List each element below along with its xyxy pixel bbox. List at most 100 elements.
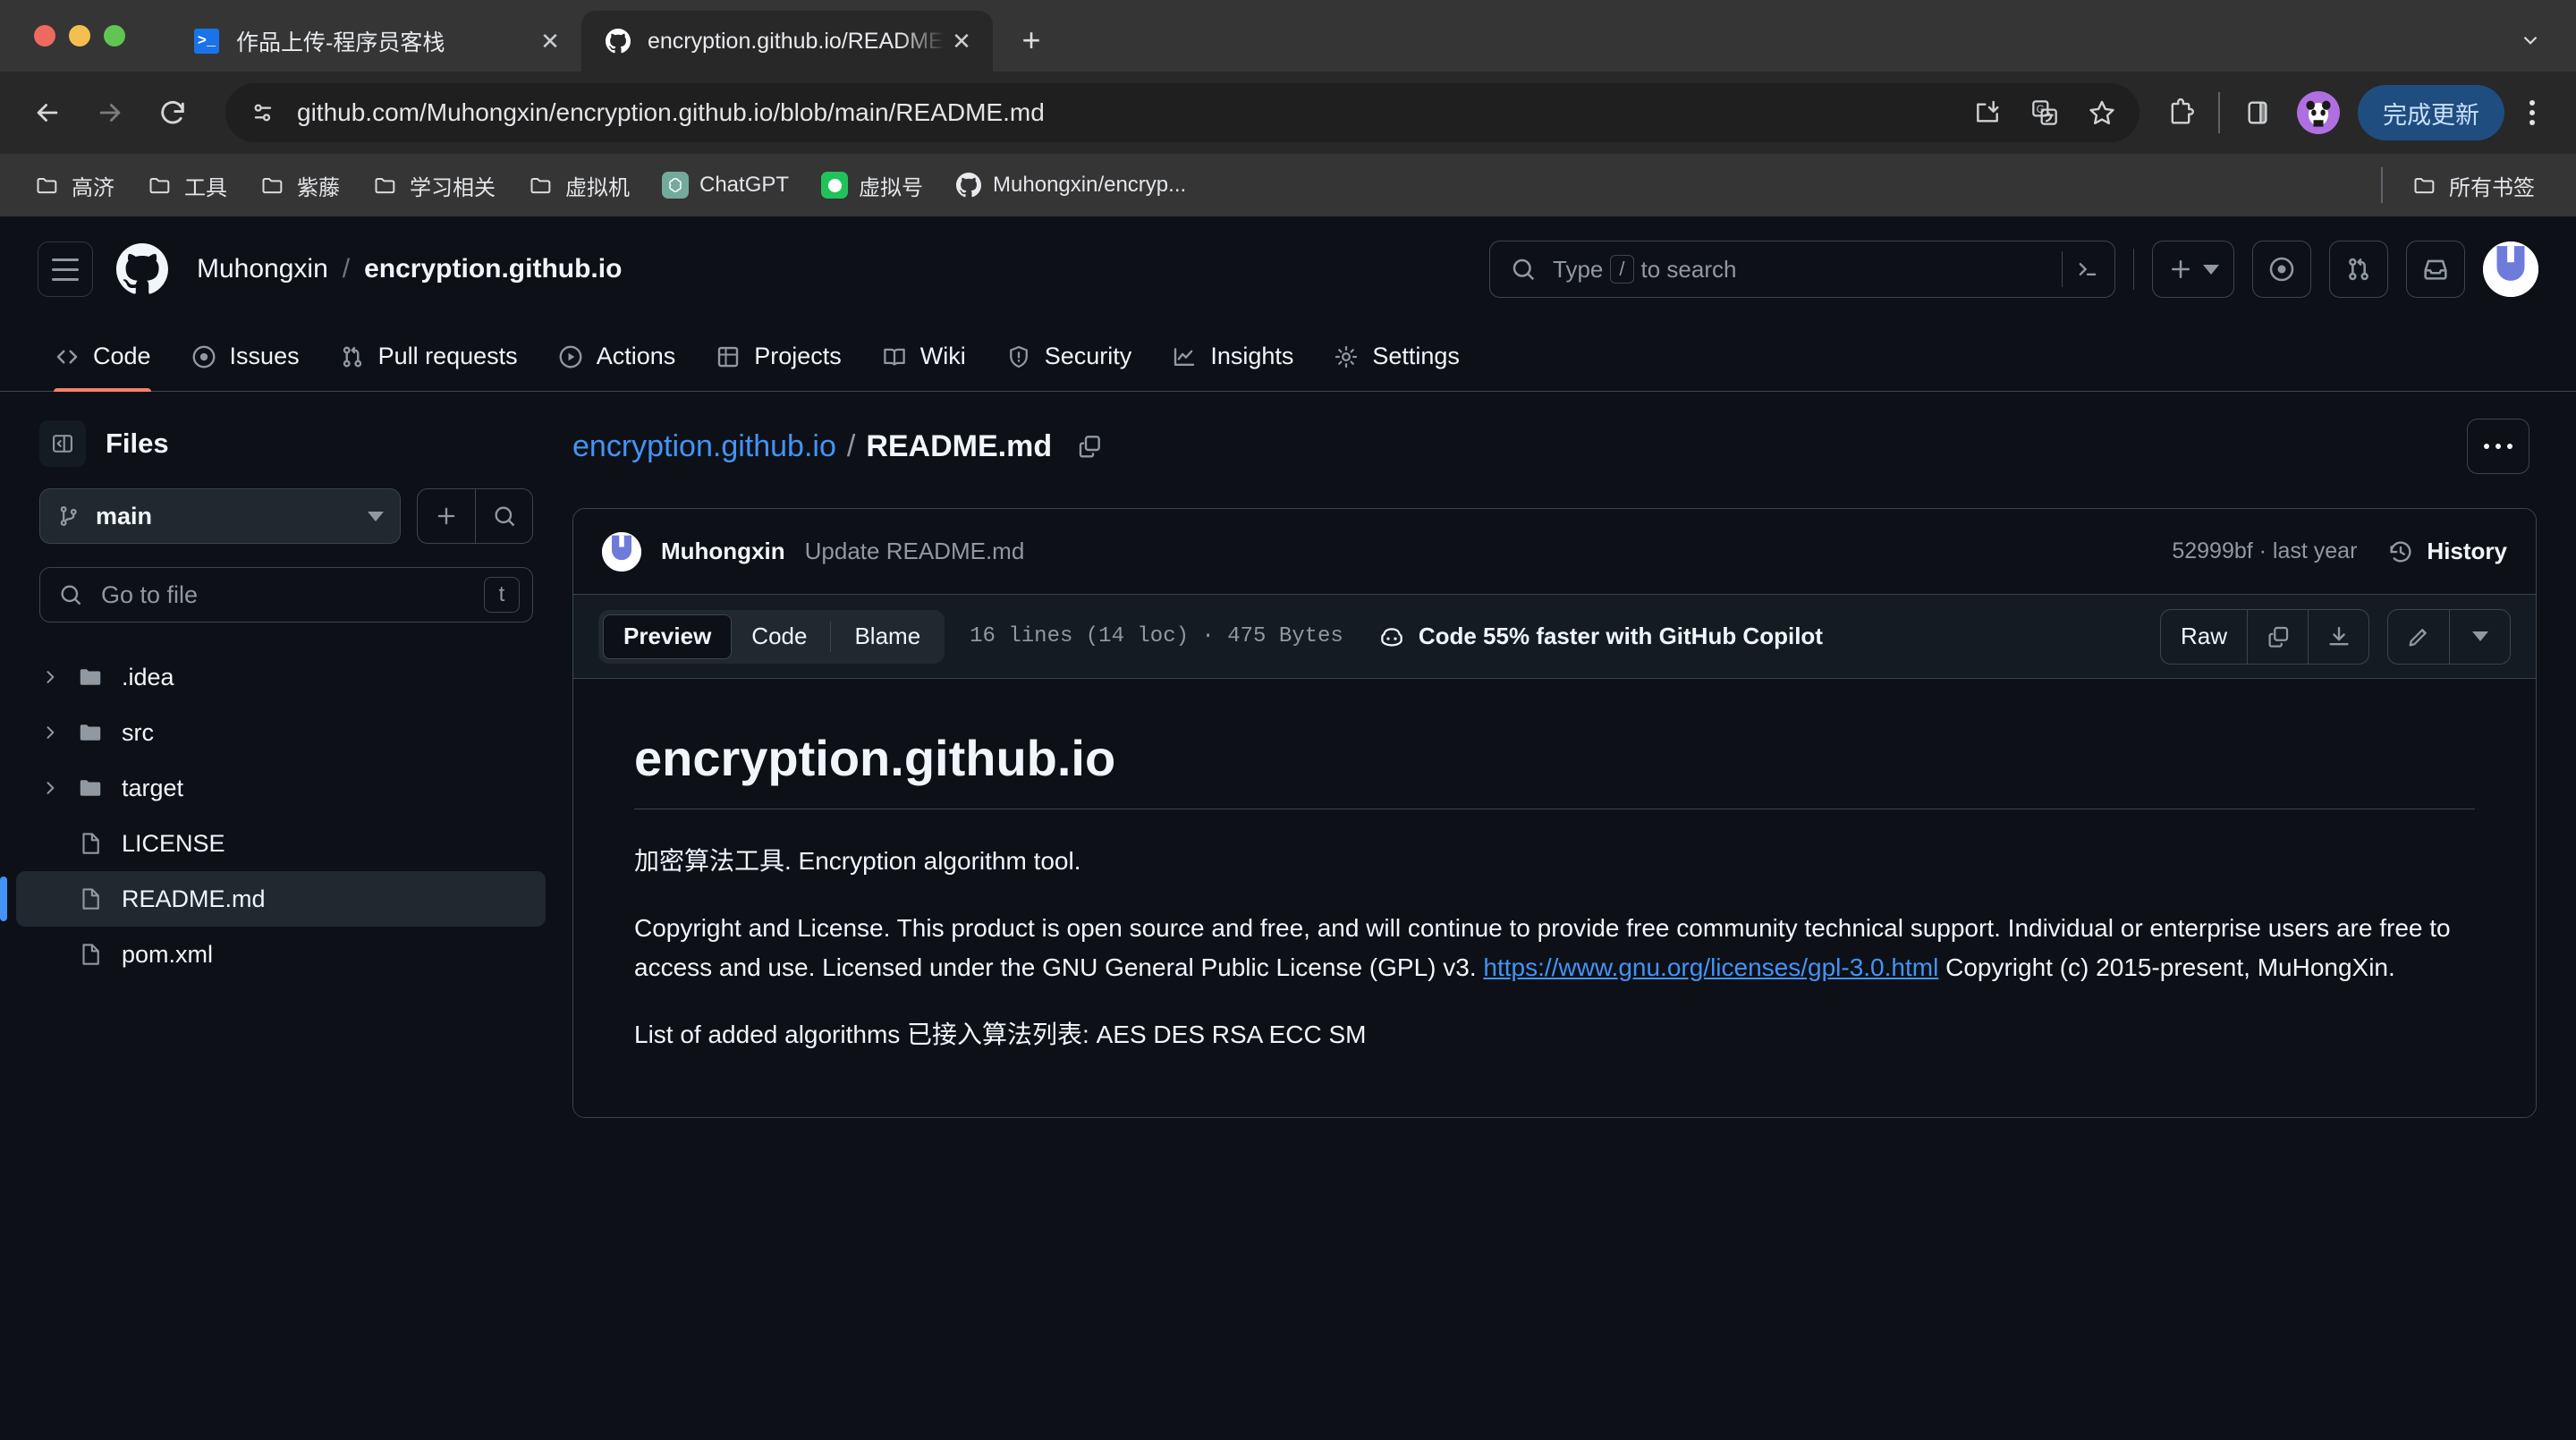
tree-item-file[interactable]: LICENSE <box>16 816 546 871</box>
tab-insights[interactable]: Insights <box>1155 322 1309 392</box>
chevron-down-icon <box>368 511 384 521</box>
minimize-window-button[interactable] <box>69 25 90 47</box>
tab-label: Code <box>93 343 151 369</box>
branch-selector[interactable]: main <box>39 488 401 544</box>
bookmark-item[interactable]: 虚拟号 <box>809 163 936 208</box>
breadcrumb-repo-link[interactable]: encryption.github.io <box>572 429 836 464</box>
tab-code[interactable]: Code <box>732 614 826 659</box>
browser-tab-2[interactable]: encryption.github.io/README.md ✕ <box>581 11 993 72</box>
raw-button[interactable]: Raw <box>2161 610 2247 664</box>
bookmark-item[interactable]: 虚拟机 <box>515 163 642 208</box>
terminal-prompt-icon[interactable] <box>2062 251 2100 287</box>
book-icon <box>881 343 908 370</box>
reload-button[interactable] <box>145 85 200 140</box>
copilot-promo[interactable]: Code 55% faster with GitHub Copilot <box>1377 623 1823 651</box>
tab-label: Pull requests <box>377 343 518 369</box>
extensions-puzzle-icon[interactable] <box>2154 86 2207 140</box>
forward-button[interactable] <box>82 85 138 140</box>
tree-item-folder[interactable]: target <box>16 760 546 816</box>
history-link[interactable]: History <box>2387 538 2507 565</box>
file-meta-info: 16 lines (14 loc) · 475 Bytes <box>970 624 1343 648</box>
window-controls[interactable] <box>34 25 125 47</box>
go-to-file-input[interactable]: Go to file t <box>39 567 533 623</box>
pull-requests-button[interactable] <box>2329 241 2388 298</box>
pencil-icon[interactable] <box>2388 610 2449 664</box>
issues-button[interactable] <box>2252 241 2311 298</box>
profile-avatar[interactable] <box>2297 91 2340 134</box>
chevron-right-icon[interactable] <box>39 668 61 686</box>
new-tab-button[interactable]: + <box>1009 18 1054 63</box>
bookmark-item[interactable]: 工具 <box>134 163 240 208</box>
close-tab-button[interactable]: ✕ <box>945 24 979 58</box>
chrome-menu-icon[interactable] <box>2508 85 2556 140</box>
tab-projects[interactable]: Projects <box>699 322 858 392</box>
back-button[interactable] <box>20 85 75 140</box>
translate-icon[interactable]: G <box>2020 88 2070 138</box>
user-avatar[interactable] <box>2483 241 2538 297</box>
tab-title: encryption.github.io/README.md <box>648 28 945 54</box>
add-file-button[interactable] <box>418 489 475 543</box>
tree-item-label: src <box>122 718 154 746</box>
go-to-file-shortcut-key: t <box>484 577 520 613</box>
play-circle-icon <box>557 343 584 370</box>
terminal-icon: >_ <box>193 28 220 55</box>
address-bar[interactable]: github.com/Muhongxin/encryption.github.i… <box>225 83 2140 142</box>
tree-item-file[interactable]: pom.xml <box>16 927 546 982</box>
notifications-inbox-button[interactable] <box>2406 241 2465 298</box>
tab-pull-requests[interactable]: Pull requests <box>323 322 534 392</box>
tree-item-folder[interactable]: src <box>16 705 546 760</box>
tree-item-file-readme[interactable]: README.md <box>0 871 546 927</box>
tab-list-chevron-icon[interactable] <box>2506 18 2555 63</box>
edit-dropdown-chevron-icon[interactable] <box>2449 609 2510 664</box>
chevron-right-icon[interactable] <box>39 724 61 741</box>
repo-name-link[interactable]: encryption.github.io <box>364 254 622 284</box>
tab-label: Settings <box>1372 343 1460 369</box>
tab-actions[interactable]: Actions <box>541 322 692 392</box>
bookmark-item[interactable]: ChatGPT <box>649 165 801 206</box>
tab-label: Security <box>1044 343 1132 369</box>
tab-security[interactable]: Security <box>989 322 1148 392</box>
commit-message[interactable]: Update README.md <box>805 538 1025 565</box>
chevron-right-icon[interactable] <box>39 779 61 797</box>
all-bookmarks-button[interactable]: 所有书签 <box>2399 163 2547 208</box>
tab-issues[interactable]: Issues <box>174 322 316 392</box>
chatgpt-icon <box>662 172 689 199</box>
repo-owner-link[interactable]: Muhongxin <box>197 254 328 284</box>
folder-icon <box>2411 172 2438 199</box>
bookmark-item[interactable]: Muhongxin/encryp... <box>943 165 1199 206</box>
close-tab-button[interactable]: ✕ <box>533 24 567 58</box>
tree-item-folder[interactable]: .idea <box>16 649 546 705</box>
file-icon <box>77 885 106 912</box>
tune-icon[interactable] <box>249 98 277 127</box>
commit-author-name[interactable]: Muhongxin <box>661 538 785 565</box>
browser-tab-1[interactable]: >_ 作品上传-程序员客栈 ✕ <box>170 11 581 72</box>
copy-raw-icon[interactable] <box>2247 609 2308 664</box>
file-view-toolbar: Preview Code Blame 16 lines (14 loc) · 4… <box>573 595 2536 679</box>
tab-code[interactable]: Code <box>38 322 167 392</box>
side-panel-icon[interactable] <box>2231 86 2284 140</box>
finish-update-button[interactable]: 完成更新 <box>2358 85 2504 140</box>
file-more-options-button[interactable] <box>2467 419 2529 474</box>
sidebar-collapse-icon[interactable] <box>39 420 86 467</box>
hamburger-icon[interactable] <box>38 241 93 297</box>
create-new-button[interactable] <box>2152 241 2234 298</box>
copy-path-icon[interactable] <box>1075 432 1104 461</box>
tab-preview[interactable]: Preview <box>603 614 733 659</box>
search-placeholder-suffix: to search <box>1640 255 1737 283</box>
bookmark-item[interactable]: 学习相关 <box>360 163 508 208</box>
bookmark-star-icon[interactable] <box>2077 88 2127 138</box>
shield-icon <box>1005 343 1032 370</box>
tab-blame[interactable]: Blame <box>835 614 940 659</box>
tab-settings[interactable]: Settings <box>1317 322 1476 392</box>
maximize-window-button[interactable] <box>104 25 125 47</box>
bookmark-item[interactable]: 紫藤 <box>247 163 352 208</box>
install-app-icon[interactable] <box>1962 88 2012 138</box>
close-window-button[interactable] <box>34 25 55 47</box>
search-input[interactable]: Type / to search <box>1489 241 2115 298</box>
bookmark-item[interactable]: 高济 <box>21 163 127 208</box>
github-mark-icon[interactable] <box>116 243 168 295</box>
download-icon[interactable] <box>2308 609 2368 664</box>
gpl-license-link[interactable]: https://www.gnu.org/licenses/gpl-3.0.htm… <box>1483 953 1938 981</box>
tab-wiki[interactable]: Wiki <box>865 322 982 392</box>
search-files-button[interactable] <box>475 489 532 543</box>
